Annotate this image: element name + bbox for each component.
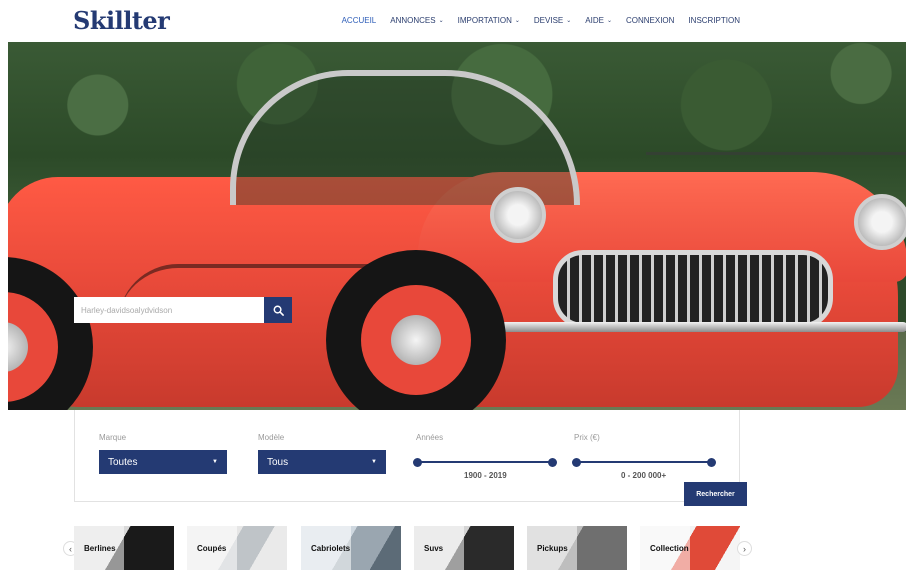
category-pickups[interactable]: Pickups — [527, 526, 627, 570]
category-collection[interactable]: Collection — [640, 526, 740, 570]
category-label: Collection — [650, 544, 689, 553]
nav-item-accueil[interactable]: ACCUEIL — [342, 16, 377, 25]
search-icon — [273, 305, 284, 316]
caret-down-icon: ▼ — [371, 459, 377, 465]
marque-label: Marque — [99, 433, 127, 442]
annees-slider[interactable] — [413, 458, 557, 467]
nav-label: ACCUEIL — [341, 16, 377, 25]
nav-label: IMPORTATION — [457, 16, 512, 25]
modele-value: Tous — [267, 456, 289, 468]
wheel-rim — [361, 285, 471, 395]
nav-item-importation[interactable]: IMPORTATION ⌄ — [458, 16, 520, 25]
chevron-right-icon: › — [743, 543, 746, 554]
slider-handle-min[interactable] — [572, 458, 581, 467]
nav-label: AIDE — [585, 16, 604, 25]
modele-label: Modèle — [258, 433, 285, 442]
hero-search-input[interactable] — [74, 297, 264, 323]
annees-range: 1900 - 2019 — [464, 471, 507, 480]
hero-search-bar — [74, 297, 300, 323]
hero-banner — [8, 42, 906, 410]
nav-item-connexion[interactable]: CONNEXION — [626, 16, 674, 25]
category-berlines[interactable]: Berlines — [74, 526, 174, 570]
search-submit-button[interactable]: Rechercher — [684, 482, 747, 506]
prix-label: Prix (€) — [574, 433, 600, 442]
nav-item-inscription[interactable]: INSCRIPTION — [688, 16, 740, 25]
car-headlight-left — [490, 187, 546, 243]
main-nav: ACCUEIL ANNONCES ⌄ IMPORTATION ⌄ DEVISE ⌄ A… — [342, 16, 740, 25]
wheel-hubcap — [391, 315, 441, 365]
category-label: Suvs — [424, 544, 444, 553]
nav-item-aide[interactable]: AIDE ⌄ — [585, 16, 612, 25]
nav-label: INSCRIPTION — [688, 16, 740, 25]
modele-select[interactable]: Tous ▼ — [258, 450, 386, 474]
nav-item-devise[interactable]: DEVISE ⌄ — [534, 16, 571, 25]
car-grille — [553, 250, 833, 328]
category-cabriolets[interactable]: Cabriolets — [301, 526, 401, 570]
prix-range: 0 - 200 000+ — [621, 471, 667, 480]
logo[interactable]: Skillter — [73, 6, 170, 35]
car-headlight-right — [854, 194, 906, 250]
nav-label: DEVISE — [533, 16, 564, 25]
marque-value: Toutes — [108, 456, 138, 468]
caret-down-icon: ▼ — [212, 459, 218, 465]
slider-track — [576, 461, 712, 463]
slider-handle-max[interactable] — [707, 458, 716, 467]
slider-handle-min[interactable] — [413, 458, 422, 467]
wheel-rim — [8, 292, 58, 402]
chevron-down-icon: ⌄ — [606, 17, 612, 24]
wheel-hubcap — [8, 322, 28, 372]
search-filters: Marque Toutes ▼ Modèle Tous ▼ Années 190… — [74, 410, 740, 502]
annees-label: Années — [416, 433, 444, 442]
chevron-down-icon: ⌄ — [566, 17, 572, 24]
category-coupes[interactable]: Coupés — [187, 526, 287, 570]
marque-select[interactable]: Toutes ▼ — [99, 450, 227, 474]
slider-handle-max[interactable] — [548, 458, 557, 467]
nav-item-annonces[interactable]: ANNONCES ⌄ — [390, 16, 443, 25]
category-label: Cabriolets — [311, 544, 351, 553]
category-carousel: ‹ Berlines Coupés Cabriolets Suvs Pickup… — [60, 526, 760, 570]
chevron-down-icon: ⌄ — [514, 17, 520, 24]
category-label: Pickups — [537, 544, 568, 553]
category-label: Berlines — [84, 544, 116, 553]
hero-search-button[interactable] — [264, 297, 292, 323]
prix-slider[interactable] — [572, 458, 716, 467]
car-bumper — [448, 322, 906, 332]
chevron-down-icon: ⌄ — [438, 17, 444, 24]
nav-label: CONNEXION — [625, 16, 675, 25]
category-label: Coupés — [197, 544, 227, 553]
slider-track — [417, 461, 553, 463]
category-suvs[interactable]: Suvs — [414, 526, 514, 570]
nav-label: ANNONCES — [390, 16, 436, 25]
site-header: Skillter ACCUEIL ANNONCES ⌄ IMPORTATION ⌄ … — [0, 0, 906, 42]
carousel-next-button[interactable]: › — [737, 541, 752, 556]
chevron-left-icon: ‹ — [69, 543, 72, 554]
